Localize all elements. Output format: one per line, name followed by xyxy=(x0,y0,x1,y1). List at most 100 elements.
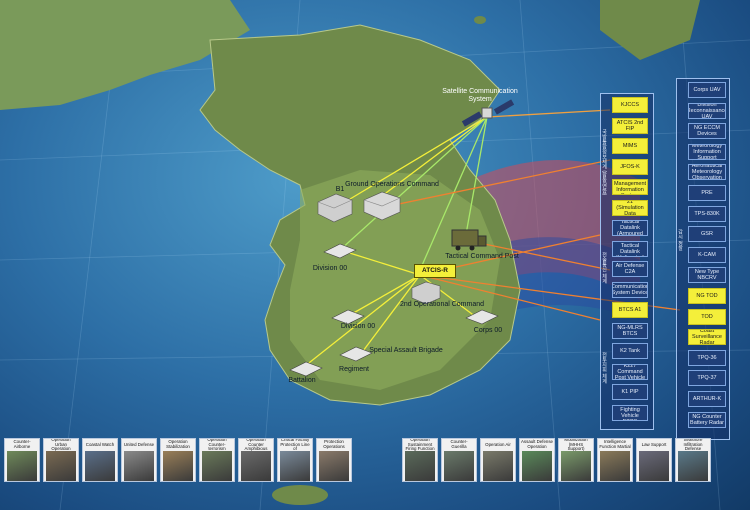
land-japan xyxy=(600,0,700,60)
operation-card: Seashore Infiltration Defense xyxy=(675,438,711,482)
satellite-label-1: Satellite Communication xyxy=(442,88,518,95)
operation-photo xyxy=(561,451,591,481)
operation-card: Operation Critical Facility Protection L… xyxy=(277,438,313,482)
land-island xyxy=(474,16,486,24)
operations-strip-left: Counter-Airborne Operation Urban Operatio… xyxy=(4,438,352,482)
operation-title: Mobilization (MHHS Support) xyxy=(564,439,588,451)
operation-title: Operation Counter Amphibious xyxy=(244,439,268,451)
tab-surveillance: 감시 정찰 xyxy=(677,229,683,251)
system-box: Military Meteorology Information Support… xyxy=(688,143,726,160)
system-box: Coast Surveillance Radar xyxy=(688,329,726,346)
label-corps: Corps 00 xyxy=(474,327,503,334)
tab-battle-command: 전투지휘 체계 xyxy=(601,351,607,384)
land-jeju xyxy=(272,485,328,505)
operation-card: Coastal Watch xyxy=(82,438,118,482)
operation-card: Intelligence Function Martial xyxy=(597,438,633,482)
satellite-label-2: System xyxy=(468,96,492,103)
system-box: Corps UAV xyxy=(688,82,726,98)
operation-title: Operation Urban Operation xyxy=(51,439,71,451)
system-box: Mobile Aeronautical Meteorology Observat… xyxy=(688,164,726,181)
label-tactical-cp: Tactical Command Post xyxy=(445,253,519,260)
system-box: Jamsoung 21 (Simulation Data System) xyxy=(612,199,648,216)
atcis-r-hub: ATCIS-R xyxy=(414,264,456,278)
operation-card: Protection Operations xyxy=(316,438,352,482)
operation-photo xyxy=(163,451,193,481)
operation-title: Operation Critical Facility Protection L… xyxy=(280,439,310,451)
operation-title: United Defense xyxy=(123,441,155,447)
operation-card: Operation Air xyxy=(480,438,516,482)
label-ground-ops: Ground Operations Command xyxy=(345,181,439,188)
operation-photo xyxy=(678,451,708,481)
system-box: KJCCS xyxy=(612,97,648,113)
label-battalion: Battalion xyxy=(288,377,315,384)
system-box: TPS-830K xyxy=(688,205,726,222)
operation-photo xyxy=(46,451,76,481)
label-regiment: Regiment xyxy=(339,366,369,373)
operation-card: Operation Urban Operation xyxy=(43,438,79,482)
system-box: TPQ-37 xyxy=(688,370,726,387)
system-box: Resource Management Information System xyxy=(612,179,648,195)
system-box: K1 PIP xyxy=(612,384,648,400)
operation-photo xyxy=(483,451,513,481)
operation-card: Operation Counter Amphibious xyxy=(238,438,274,482)
tab-defense-info: 국방통합정보체계 (합동/연합) xyxy=(601,129,607,196)
operation-title: Protection Operations xyxy=(323,439,345,449)
tab-tactical-comm: 전술통신 체계 xyxy=(601,251,607,284)
label-2nd-ops: 2nd Operational Command xyxy=(400,301,484,308)
system-box: K-CAM xyxy=(688,246,726,263)
operation-card: Counter-Guerilla xyxy=(441,438,477,482)
system-box: TPQ-36 xyxy=(688,349,726,366)
system-box: NG-MLRS BTCS xyxy=(612,322,648,339)
operation-title: Counter-Guerilla xyxy=(450,439,468,449)
operation-title: Intelligence Function Martial xyxy=(599,439,631,449)
operation-card: Operation Sustainment Firing Function xyxy=(402,438,438,482)
operation-photo xyxy=(444,451,474,481)
operation-card: Operation Stabilization xyxy=(160,438,196,482)
operation-photo xyxy=(7,451,37,481)
system-box: NG Counter Battery Radar xyxy=(688,411,726,428)
operation-title: Seashore Infiltration Defense xyxy=(683,439,703,451)
system-box: K227 Command Post Vehicle xyxy=(612,363,648,380)
label-special-assault: Special Assault Brigade xyxy=(369,347,443,354)
system-box: PRE xyxy=(688,185,726,201)
operations-strip-right: Operation Sustainment Firing Function Cou… xyxy=(402,438,711,482)
operation-card: United Defense xyxy=(121,438,157,482)
operation-photo xyxy=(124,451,154,481)
operation-card: Mobilization (MHHS Support) xyxy=(558,438,594,482)
diagram-canvas: Satellite Communication System B1 Ground… xyxy=(0,0,750,510)
system-box: Division Reconnaissance UAV xyxy=(688,102,726,119)
operation-title: Operation Counter-terrorism xyxy=(207,439,227,451)
system-box: Air Defense C2A xyxy=(612,261,648,277)
operation-photo xyxy=(319,451,349,481)
system-box: Communication System Device xyxy=(612,281,648,298)
system-box: NG TOD xyxy=(688,288,726,304)
operation-title: Operation Stabilization xyxy=(166,439,190,449)
operation-title: Counter-Airborne xyxy=(13,439,31,449)
system-box: TOD xyxy=(688,308,726,325)
system-box: New Type NBCRV xyxy=(688,267,726,284)
label-division-1: Division 00 xyxy=(313,265,347,272)
operation-photo xyxy=(639,451,669,481)
label-b1: B1 xyxy=(336,186,345,193)
system-box: NG ECCM Devices xyxy=(688,123,726,140)
operation-card: Counter-Airborne xyxy=(4,438,40,482)
operation-card: Assault Defense Operation xyxy=(519,438,555,482)
system-box: GSR xyxy=(688,226,726,243)
system-box: BTCS A1 xyxy=(612,302,648,318)
operation-photo xyxy=(202,451,232,481)
system-box: Ground Tactical Datalink (Armoured Vehic… xyxy=(612,220,648,236)
system-box: Ground Tactical Datalink (Helicopter) xyxy=(612,240,648,257)
system-box: MIMS xyxy=(612,138,648,154)
operation-photo xyxy=(280,451,310,481)
operation-title: Law Support xyxy=(641,441,667,447)
system-box: K2 Tank xyxy=(612,343,648,359)
operation-title: Operation Air xyxy=(485,441,511,447)
system-box: ATCIS 2nd FIP xyxy=(612,117,648,134)
operation-photo xyxy=(405,451,435,481)
operation-title: Coastal Watch xyxy=(85,441,115,447)
operation-photo xyxy=(241,451,271,481)
system-box: JFOS-K xyxy=(612,158,648,175)
system-box: K21 Infantry Fighting Vehicle BTCS xyxy=(612,404,648,421)
operation-photo xyxy=(85,451,115,481)
label-division-2: Division 00 xyxy=(341,323,375,330)
